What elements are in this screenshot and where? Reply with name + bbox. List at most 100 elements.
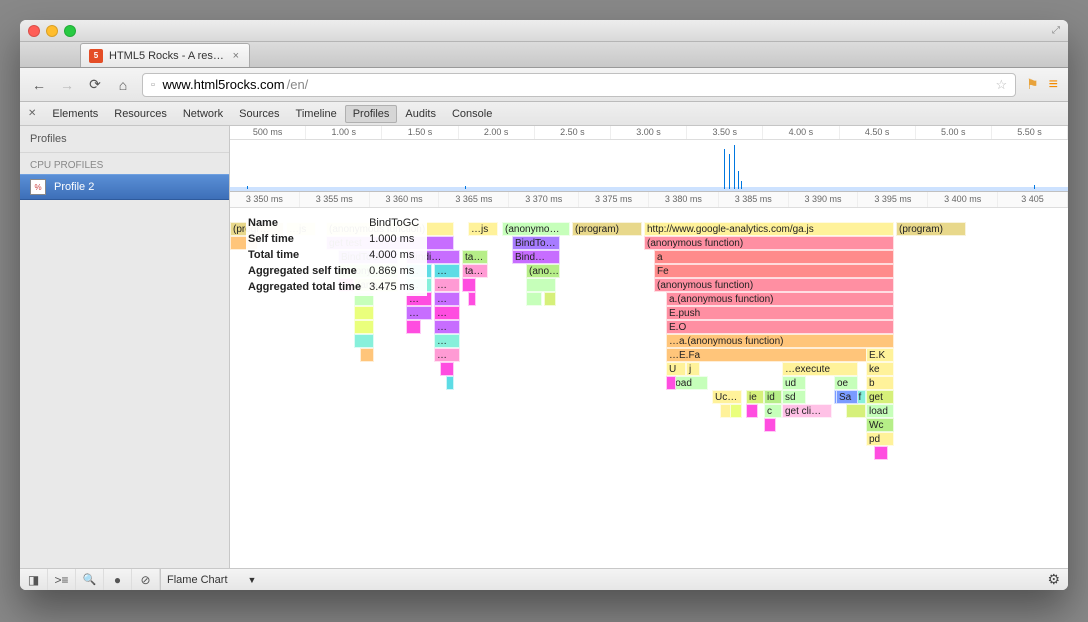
flame-block[interactable]: ta… (462, 264, 488, 278)
flame-block[interactable]: j (686, 362, 700, 376)
flame-block[interactable]: Fe (654, 264, 894, 278)
devtools-tab-audits[interactable]: Audits (397, 105, 444, 123)
record-icon[interactable]: ● (104, 569, 132, 590)
flame-block[interactable]: ke (866, 362, 894, 376)
flame-block[interactable] (544, 292, 556, 306)
flame-block[interactable]: E.K (866, 348, 894, 362)
address-bar[interactable]: ▫ www.html5rocks.com/en/ ☆ (142, 73, 1016, 97)
flame-block[interactable]: … (406, 306, 432, 320)
flame-block[interactable] (846, 404, 866, 418)
flame-block[interactable]: Wc (866, 418, 894, 432)
flame-block[interactable]: (anonymo… (502, 222, 570, 236)
flame-block[interactable]: … (434, 320, 460, 334)
flame-block[interactable]: Sa (836, 390, 858, 404)
search-icon[interactable]: 🔍 (76, 569, 104, 590)
traffic-lights (28, 25, 76, 37)
flame-block[interactable]: … (434, 264, 460, 278)
flame-block[interactable] (730, 404, 742, 418)
flame-block[interactable]: (anonymous function) (644, 236, 894, 250)
flame-block[interactable]: U (666, 362, 686, 376)
flame-block[interactable]: Uc… (712, 390, 742, 404)
home-icon[interactable]: ⌂ (114, 77, 132, 93)
flame-block[interactable] (764, 418, 776, 432)
extension-icon[interactable]: ⚑ (1026, 76, 1039, 93)
devtools-close-icon[interactable]: ✕ (28, 108, 36, 119)
flame-block[interactable]: … (434, 292, 460, 306)
sidebar-item-profile[interactable]: % Profile 2 (20, 174, 229, 200)
chevron-down-icon: ▼ (248, 575, 257, 585)
devtools-tab-timeline[interactable]: Timeline (288, 105, 345, 123)
flame-block[interactable] (462, 278, 476, 292)
flame-block[interactable]: ud (782, 376, 806, 390)
flame-block[interactable] (666, 376, 676, 390)
bookmark-star-icon[interactable]: ☆ (995, 77, 1007, 93)
flame-block[interactable]: a.(anonymous function) (666, 292, 894, 306)
flame-block[interactable]: pd (866, 432, 894, 446)
clear-icon[interactable]: ⊘ (132, 569, 160, 590)
flame-block[interactable]: (program) (896, 222, 966, 236)
flame-block[interactable]: …execute (782, 362, 858, 376)
devtools-tab-console[interactable]: Console (444, 105, 500, 123)
devtools-tab-sources[interactable]: Sources (231, 105, 287, 123)
flame-block[interactable]: E.O (666, 320, 894, 334)
flame-block[interactable]: ie (746, 390, 764, 404)
devtools-tab-elements[interactable]: Elements (44, 105, 106, 123)
devtools-tab-network[interactable]: Network (175, 105, 231, 123)
flame-block[interactable]: …a.(anonymous function) (666, 334, 894, 348)
console-icon[interactable]: >≡ (48, 569, 76, 590)
devtools-tab-profiles[interactable]: Profiles (345, 105, 398, 123)
flame-block[interactable]: … (434, 278, 460, 292)
flame-block[interactable]: ta… (462, 250, 488, 264)
flame-block[interactable]: http://www.google-analytics.com/ga.js (644, 222, 894, 236)
flame-block[interactable]: get (866, 390, 894, 404)
flame-block[interactable] (446, 376, 454, 390)
devtools-tab-resources[interactable]: Resources (106, 105, 175, 123)
flame-chart[interactable]: NameBindToGCSelf time1.000 msTotal time4… (230, 208, 1068, 568)
flame-block[interactable] (440, 362, 454, 376)
flame-block[interactable]: BindTo… (512, 236, 560, 250)
flame-block[interactable]: a (654, 250, 894, 264)
flame-block[interactable] (354, 320, 374, 334)
hamburger-menu-icon[interactable]: ≡ (1049, 76, 1058, 94)
flame-block[interactable]: c (764, 404, 782, 418)
flame-block[interactable]: Bind… (512, 250, 560, 264)
flame-block[interactable]: …js (468, 222, 498, 236)
flame-block[interactable]: id (764, 390, 782, 404)
flame-block[interactable] (874, 446, 888, 460)
dock-icon[interactable]: ◨ (20, 569, 48, 590)
overview-timeline[interactable]: 500 ms1.00 s1.50 s2.00 s2.50 s3.00 s3.50… (230, 126, 1068, 192)
flame-block[interactable] (526, 278, 556, 292)
flame-block[interactable]: (anonymous function) (654, 278, 894, 292)
fullscreen-icon[interactable]: ⤢ (1052, 25, 1060, 36)
close-icon[interactable] (28, 25, 40, 37)
flame-block[interactable]: … (434, 348, 460, 362)
flame-block[interactable]: …E.Fa (666, 348, 894, 362)
flame-block[interactable] (406, 320, 421, 334)
flame-block[interactable]: E.push (666, 306, 894, 320)
flame-block[interactable]: b (866, 376, 894, 390)
sidebar-category: CPU PROFILES (20, 153, 229, 174)
flame-block[interactable] (746, 404, 758, 418)
flame-block[interactable]: load (866, 404, 894, 418)
flame-block[interactable]: sd (782, 390, 806, 404)
flame-block[interactable]: oe (834, 376, 858, 390)
flame-block[interactable]: get cli… (782, 404, 832, 418)
flame-block[interactable] (360, 348, 374, 362)
reload-icon[interactable]: ⟳ (86, 76, 104, 93)
url-domain: www.html5rocks.com (163, 77, 285, 92)
flame-block[interactable]: (program) (572, 222, 642, 236)
flame-block[interactable]: (ano… (526, 264, 560, 278)
browser-tab[interactable]: 5 HTML5 Rocks - A resource × (80, 43, 250, 67)
view-selector[interactable]: Flame Chart ▼ (161, 574, 262, 586)
minimize-icon[interactable] (46, 25, 58, 37)
maximize-icon[interactable] (64, 25, 76, 37)
flame-block[interactable] (468, 292, 476, 306)
flame-block[interactable]: … (434, 306, 460, 320)
close-tab-icon[interactable]: × (233, 50, 239, 62)
flame-block[interactable]: … (434, 334, 460, 348)
back-icon[interactable]: ← (30, 77, 48, 93)
flame-block[interactable] (354, 306, 374, 320)
settings-gear-icon[interactable]: ⚙ (1047, 571, 1060, 588)
flame-block[interactable] (354, 334, 374, 348)
flame-block[interactable] (526, 292, 542, 306)
